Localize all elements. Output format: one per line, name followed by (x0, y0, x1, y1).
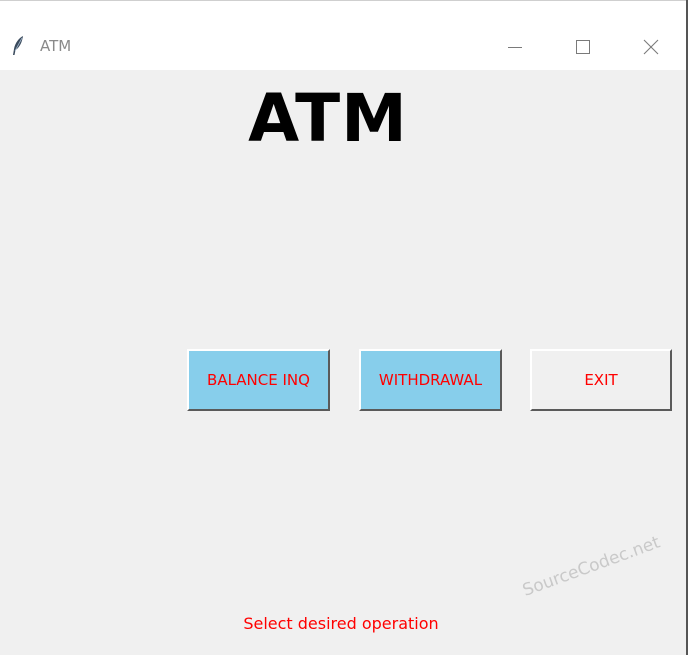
watermark: SourceCodec.net (520, 532, 663, 601)
close-button[interactable] (628, 27, 674, 67)
minimize-icon (507, 39, 523, 55)
minimize-button[interactable] (492, 27, 538, 67)
balance-inquiry-label: BALANCE INQ (207, 371, 310, 389)
exit-button[interactable]: EXIT (530, 349, 672, 411)
maximize-button[interactable] (560, 27, 606, 67)
withdrawal-button[interactable]: WITHDRAWAL (359, 349, 502, 411)
title-bar[interactable]: ATM (0, 0, 686, 70)
maximize-icon (575, 39, 591, 55)
status-message: Select desired operation (243, 614, 439, 633)
window-title: ATM (40, 37, 72, 55)
feather-icon (10, 35, 26, 57)
atm-heading: ATM (248, 80, 408, 157)
atm-window: ATM ATM BALANCE INQ WITHDRAWAL EXIT Sele… (0, 0, 688, 655)
exit-label: EXIT (584, 371, 618, 389)
close-icon (643, 39, 659, 55)
balance-inquiry-button[interactable]: BALANCE INQ (187, 349, 330, 411)
withdrawal-label: WITHDRAWAL (378, 371, 483, 389)
